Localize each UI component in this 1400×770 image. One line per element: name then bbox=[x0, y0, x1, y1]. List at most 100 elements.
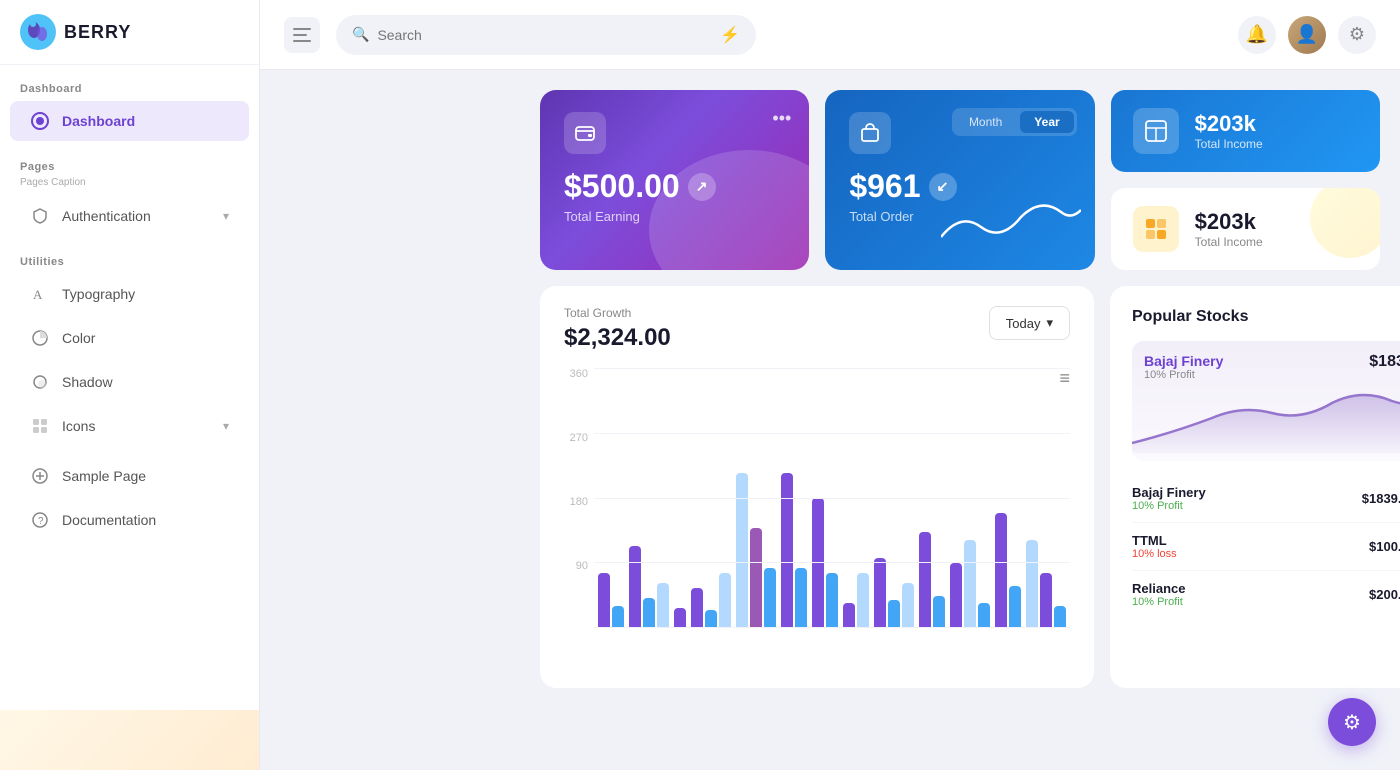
search-input[interactable] bbox=[377, 27, 712, 43]
fab-icon: ⚙ bbox=[1343, 710, 1361, 735]
bar-group-2 bbox=[629, 546, 669, 628]
stock-info-ttml: TTML 10% loss bbox=[1132, 533, 1177, 560]
shopping-bag-icon bbox=[849, 112, 891, 154]
bar-group-8 bbox=[843, 573, 869, 628]
stats-column: $203k Total Income $203k Total Income bbox=[1111, 90, 1380, 270]
settings-button[interactable]: ⚙ bbox=[1338, 16, 1376, 54]
sidebar-item-documentation[interactable]: ? Documentation bbox=[10, 500, 249, 540]
topbar: 🔍 ⚡ 🔔 👤 ⚙ bbox=[260, 0, 1400, 70]
chart-header: Total Growth $2,324.00 Today ▾ bbox=[564, 306, 1070, 352]
sidebar-item-color-label: Color bbox=[62, 330, 95, 346]
total-order-card: Month Year $961 ↙ Total Order bbox=[825, 90, 1094, 270]
bar-group-10 bbox=[919, 532, 945, 628]
stock-price-reliance: $200.00 bbox=[1369, 587, 1400, 602]
list-item: Reliance 10% Profit $200.00 ▲ bbox=[1132, 571, 1400, 618]
stock-preview-name: Bajaj Finery bbox=[1144, 353, 1223, 369]
stock-price-col-ttml: $100.00 ▼ bbox=[1369, 535, 1400, 559]
sidebar-item-shadow[interactable]: Shadow bbox=[10, 362, 249, 402]
stock-change-bajaj: 10% Profit bbox=[1132, 500, 1206, 512]
typography-icon: A bbox=[30, 284, 50, 304]
hamburger-icon bbox=[293, 28, 311, 42]
sidebar-item-typography-label: Typography bbox=[62, 286, 135, 302]
stock-price-col-bajaj: $1839.00 ▲ bbox=[1362, 487, 1400, 511]
stat-income2-label: Total Income bbox=[1195, 235, 1263, 249]
stat-card-income-blue: $203k Total Income bbox=[1111, 90, 1380, 172]
sidebar-item-authentication[interactable]: Authentication ▾ bbox=[10, 196, 249, 236]
sidebar-item-sample-page[interactable]: Sample Page bbox=[10, 456, 249, 496]
fab-button[interactable]: ⚙ bbox=[1328, 698, 1376, 746]
dashboard-icon bbox=[30, 111, 50, 131]
stock-list: Bajaj Finery 10% Profit $1839.00 ▲ TTML … bbox=[1132, 475, 1400, 618]
order-wave-chart bbox=[941, 192, 1081, 252]
menu-button[interactable] bbox=[284, 17, 320, 53]
sidebar-item-shadow-label: Shadow bbox=[62, 374, 113, 390]
sidebar-bottom-bar bbox=[0, 710, 259, 770]
sidebar-item-color[interactable]: Color bbox=[10, 318, 249, 358]
stocks-title: Popular Stocks bbox=[1132, 308, 1248, 326]
authentication-icon bbox=[30, 206, 50, 226]
bar-blue bbox=[1009, 586, 1021, 628]
shadow-icon bbox=[30, 372, 50, 392]
bar-blue bbox=[978, 603, 990, 628]
documentation-icon: ? bbox=[30, 510, 50, 530]
section-dashboard-label: Dashboard bbox=[0, 65, 259, 99]
grid-icon-yellow bbox=[1133, 206, 1179, 252]
chart-title-area: Total Growth $2,324.00 bbox=[564, 306, 671, 352]
stock-name-ttml: TTML bbox=[1132, 533, 1177, 548]
stock-info-bajaj: Bajaj Finery 10% Profit bbox=[1132, 485, 1206, 512]
bar-light bbox=[964, 540, 976, 628]
bar-group-1 bbox=[598, 573, 624, 628]
filter-icon[interactable]: ⚡ bbox=[720, 25, 740, 45]
table-icon bbox=[1133, 108, 1179, 154]
list-item: Bajaj Finery 10% Profit $1839.00 ▲ bbox=[1132, 475, 1400, 523]
bajaj-mini-chart bbox=[1132, 383, 1400, 453]
sidebar-item-icons[interactable]: Icons ▾ bbox=[10, 406, 249, 446]
color-icon bbox=[30, 328, 50, 348]
chart-total-amount: $2,324.00 bbox=[564, 324, 671, 352]
sidebar-header: BERRY bbox=[0, 0, 259, 65]
today-button[interactable]: Today ▾ bbox=[989, 306, 1070, 340]
deco-shape bbox=[1310, 188, 1380, 258]
tab-month[interactable]: Month bbox=[955, 111, 1016, 133]
stat-card-income-light: $203k Total Income bbox=[1111, 188, 1380, 270]
bar-blue bbox=[705, 610, 717, 628]
total-earning-card: ••• $500.00 ↗ Total Earning bbox=[540, 90, 809, 270]
stock-preview-price: $1839.00 bbox=[1369, 353, 1400, 371]
bar-group-12 bbox=[995, 513, 1021, 628]
stocks-header: Popular Stocks ••• bbox=[1132, 306, 1400, 327]
avatar-image: 👤 bbox=[1288, 16, 1326, 54]
sidebar-item-sample-label: Sample Page bbox=[62, 468, 146, 484]
chart-area: ≡ 360 270 180 90 bbox=[564, 368, 1070, 668]
y-label-360: 360 bbox=[564, 368, 588, 380]
card-menu-icon[interactable]: ••• bbox=[772, 108, 791, 129]
user-avatar[interactable]: 👤 bbox=[1288, 16, 1326, 54]
stock-info-reliance: Reliance 10% Profit bbox=[1132, 581, 1185, 608]
stock-price-ttml: $100.00 bbox=[1369, 539, 1400, 554]
svg-text:A: A bbox=[33, 287, 43, 302]
bar-group-13 bbox=[1026, 540, 1066, 628]
bar-group-7 bbox=[812, 498, 838, 628]
stat-income-label: Total Income bbox=[1195, 137, 1263, 151]
list-item: TTML 10% loss $100.00 ▼ bbox=[1132, 523, 1400, 571]
bar-group-5 bbox=[736, 473, 776, 628]
stock-name-reliance: Reliance bbox=[1132, 581, 1185, 596]
sidebar-item-dashboard[interactable]: Dashboard bbox=[10, 101, 249, 141]
bar-blue bbox=[826, 573, 838, 628]
notification-button[interactable]: 🔔 bbox=[1238, 16, 1276, 54]
topbar-right: 🔔 👤 ⚙ bbox=[1238, 16, 1376, 54]
bar-light bbox=[857, 573, 869, 628]
bottom-row: Total Growth $2,324.00 Today ▾ ≡ 360 270… bbox=[540, 286, 1380, 688]
stock-preview-chart: Bajaj Finery 10% Profit $1839.00 bbox=[1132, 341, 1400, 461]
bar-purple bbox=[781, 473, 793, 628]
section-utilities-label: Utilities bbox=[0, 238, 259, 272]
bar-blue bbox=[612, 606, 624, 628]
bar-blue bbox=[643, 598, 655, 628]
stock-change-ttml: 10% loss bbox=[1132, 548, 1177, 560]
bar-purple bbox=[691, 588, 703, 628]
bar-blue bbox=[1054, 606, 1066, 628]
sidebar-item-typography[interactable]: A Typography bbox=[10, 274, 249, 314]
sidebar-item-docs-label: Documentation bbox=[62, 512, 156, 528]
tab-year[interactable]: Year bbox=[1020, 111, 1073, 133]
bar-light bbox=[657, 583, 669, 628]
bar-purple bbox=[629, 546, 641, 628]
